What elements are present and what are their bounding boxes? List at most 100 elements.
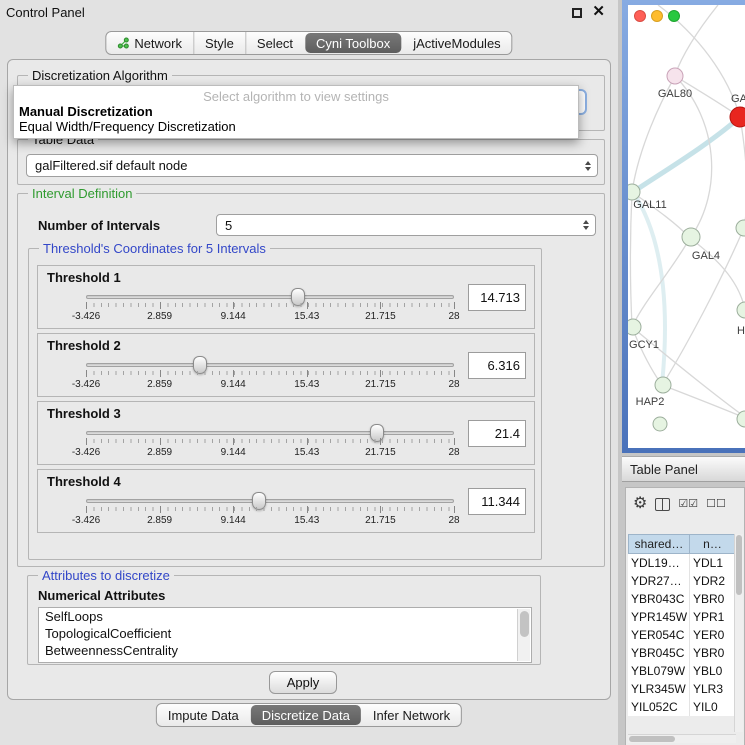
table-cell[interactable]: YDR27… [628,572,690,590]
close-icon[interactable]: ✕ [592,4,605,20]
table-cell[interactable]: YBR045C [628,644,690,662]
scrollbar-thumb[interactable] [520,611,529,637]
num-intervals-value: 5 [225,218,232,233]
table-vertical-scrollbar[interactable] [734,534,743,732]
threshold-panel-4: Threshold 4 -3.426 2.859 9.144 15.43 21.… [37,469,535,533]
table-row[interactable]: YBL079W YBL0 [628,662,736,680]
tab-discretize-data[interactable]: Discretize Data [251,705,361,725]
table-cell[interactable]: YIL0 [690,698,736,716]
tab-label: Infer Network [373,708,450,723]
table-panel-header: Table Panel [622,456,745,482]
tab-impute-data[interactable]: Impute Data [157,704,250,726]
table-cell[interactable]: YPR1 [690,608,736,626]
float-window-icon[interactable] [572,8,582,18]
table-cell[interactable]: YDR2 [690,572,736,590]
table-cell[interactable]: YIL052C [628,698,690,716]
table-cell[interactable]: YBR0 [690,590,736,608]
node-label: GCY1 [629,339,659,351]
table-cell[interactable]: YBR043C [628,590,690,608]
scale-label: 2.859 [147,447,172,458]
threshold-slider-4[interactable]: -3.426 2.859 9.144 15.43 21.715 28 [86,490,454,532]
table-cell[interactable]: YBL0 [690,662,736,680]
network-node[interactable] [667,68,683,84]
dropdown-option-equal-width[interactable]: Equal Width/Frequency Discretization [14,119,578,134]
deselect-all-icon[interactable]: ☐☐ [706,499,726,510]
list-item[interactable]: TopologicalCoefficient [39,625,531,642]
network-node[interactable] [736,220,745,236]
tab-infer-network[interactable]: Infer Network [362,704,461,726]
close-traffic-icon[interactable] [634,10,646,22]
table-data-combobox[interactable]: galFiltered.sif default node [26,154,598,177]
network-node[interactable] [628,319,641,335]
table-cell[interactable]: YLR3 [690,680,736,698]
column-header-shared-name[interactable]: shared… [628,534,690,554]
dropdown-option-manual-discretization[interactable]: Manual Discretization [14,104,578,119]
list-item[interactable]: BetweennessCentrality [39,642,531,659]
network-node[interactable] [682,228,700,246]
tab-label: Select [257,36,293,51]
threshold-panel-3: Threshold 3 -3.426 2.859 9.144 15.43 21.… [37,401,535,465]
scrollbar-thumb[interactable] [629,736,675,742]
tab-label: Style [205,36,234,51]
threshold-value-input-3[interactable] [468,420,526,447]
table-cell[interactable]: YBL079W [628,662,690,680]
table-row[interactable]: YIL052C YIL0 [628,698,736,716]
table-cell[interactable]: YER054C [628,626,690,644]
num-intervals-combobox[interactable]: 5 [216,214,596,236]
network-node[interactable] [653,417,667,431]
slider-track[interactable] [86,431,454,435]
column-header-name[interactable]: n… [690,534,736,554]
table-cell[interactable]: YLR345W [628,680,690,698]
select-all-icon[interactable]: ☑☑ [678,499,698,510]
tab-cyni-toolbox[interactable]: Cyni Toolbox [305,33,401,53]
table-cell[interactable]: YDL19… [628,554,690,572]
bottom-tab-bar: Impute Data Discretize Data Infer Networ… [156,703,462,727]
network-canvas[interactable]: GAL80 GAL11 GAL4 GCY1 HAP2 GA H [628,5,745,448]
columns-icon[interactable] [655,498,670,511]
table-row[interactable]: YER054C YER0 [628,626,736,644]
network-edges [631,5,745,418]
apply-button[interactable]: Apply [269,671,337,694]
table-data-group: Table Data galFiltered.sif default node [17,139,605,185]
network-node[interactable] [655,377,671,393]
table-cell[interactable]: YPR145W [628,608,690,626]
tab-style[interactable]: Style [193,32,245,54]
threshold-value-input-2[interactable] [468,352,526,379]
tab-label: Discretize Data [262,708,350,723]
network-node[interactable] [628,184,640,200]
threshold-value-input-4[interactable] [468,488,526,515]
tab-select[interactable]: Select [245,32,304,54]
minimize-traffic-icon[interactable] [651,10,663,22]
table-horizontal-scrollbar[interactable] [628,734,736,743]
node-label: GAL80 [658,88,692,100]
table-cell[interactable]: YDL1 [690,554,736,572]
slider-track[interactable] [86,363,454,367]
network-node[interactable] [737,302,745,318]
scrollbar-thumb[interactable] [736,535,742,595]
table-row[interactable]: YDR27… YDR2 [628,572,736,590]
table-row[interactable]: YPR145W YPR1 [628,608,736,626]
table-row[interactable]: YBR045C YBR0 [628,644,736,662]
threshold-slider-1[interactable]: -3.426 2.859 9.144 15.43 21.715 28 [86,286,454,328]
table-row[interactable]: YBR043C YBR0 [628,590,736,608]
scale-label: 21.715 [365,447,396,458]
network-node[interactable] [737,411,745,427]
threshold-slider-3[interactable]: -3.426 2.859 9.144 15.43 21.715 28 [86,422,454,464]
numerical-attributes-list[interactable]: SelfLoops TopologicalCoefficient Between… [38,607,532,663]
list-item[interactable]: SelfLoops [39,608,531,625]
gear-icon[interactable]: ⚙ [633,496,647,512]
slider-track[interactable] [86,295,454,299]
table-cell[interactable]: YER0 [690,626,736,644]
zoom-traffic-icon[interactable] [668,10,680,22]
table-row[interactable]: YLR345W YLR3 [628,680,736,698]
threshold-slider-2[interactable]: -3.426 2.859 9.144 15.43 21.715 28 [86,354,454,396]
threshold-value-input-1[interactable] [468,284,526,311]
table-cell[interactable]: YBR0 [690,644,736,662]
interval-definition-label: Interval Definition [28,186,136,201]
tab-network[interactable]: Network [106,32,193,54]
tab-jactivemodules[interactable]: jActiveModules [402,32,511,54]
slider-track[interactable] [86,499,454,503]
list-scrollbar[interactable] [517,609,530,661]
table-row[interactable]: YDL19… YDL1 [628,554,736,572]
network-node-selected[interactable] [730,107,745,127]
